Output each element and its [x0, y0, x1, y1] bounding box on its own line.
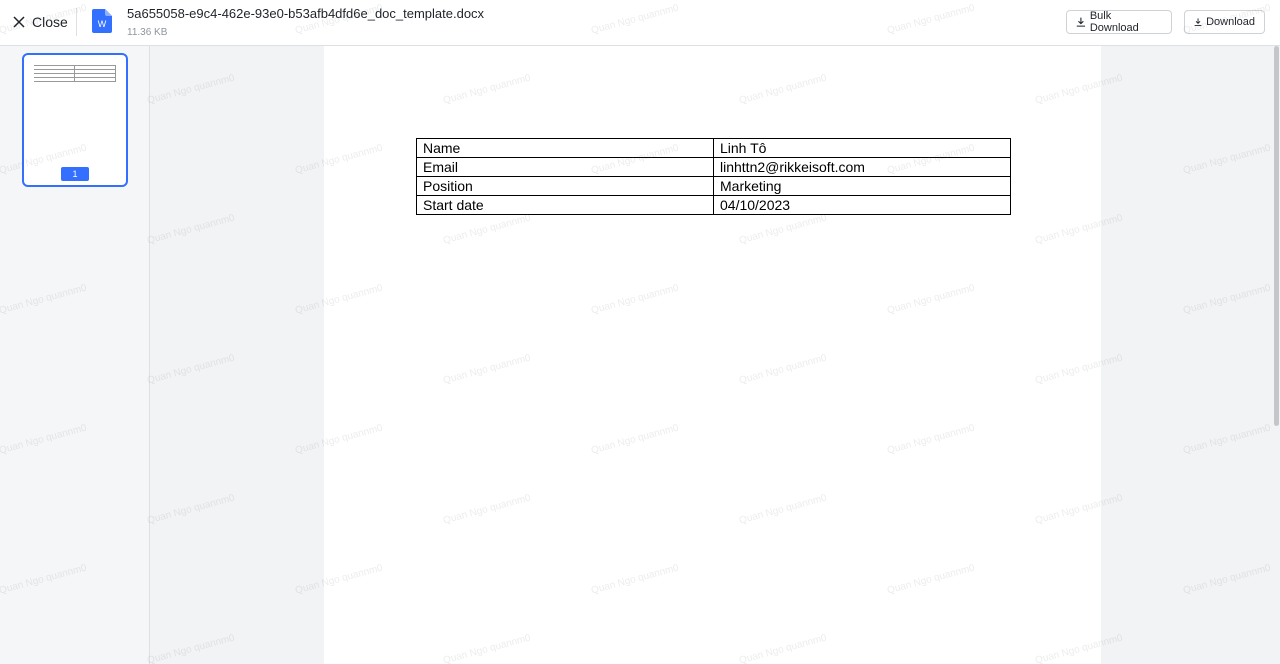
viewer-scrollbar[interactable] — [1272, 46, 1280, 664]
document-viewer[interactable]: Name Linh Tô Email linhttn2@rikkeisoft.c… — [151, 46, 1272, 664]
download-icon — [1076, 17, 1086, 27]
word-icon-letter: W — [98, 19, 107, 29]
row-label: Start date — [416, 195, 714, 215]
page-thumbnail[interactable]: 1 — [22, 53, 128, 187]
page-number-badge: 1 — [61, 167, 89, 181]
document-page: Name Linh Tô Email linhttn2@rikkeisoft.c… — [324, 46, 1101, 664]
row-label: Email — [416, 157, 714, 177]
bulk-download-button[interactable]: Bulk Download — [1066, 10, 1172, 34]
row-value: Marketing — [713, 176, 1011, 196]
table-row: Position Marketing — [416, 176, 1011, 196]
row-value: linhttn2@rikkeisoft.com — [713, 157, 1011, 177]
close-icon — [13, 16, 25, 28]
thumbnail-preview — [34, 65, 116, 82]
file-size: 11.36 KB — [127, 27, 168, 38]
header-divider — [76, 8, 77, 36]
table-row: Email linhttn2@rikkeisoft.com — [416, 157, 1011, 177]
top-bar: Close W 5a655058-e9c4-462e-93e0-b53afb4d… — [0, 0, 1280, 46]
bulk-download-label: Bulk Download — [1089, 10, 1139, 34]
page-thumbnails-sidebar: 1 — [0, 46, 150, 664]
close-label: Close — [32, 14, 68, 30]
file-name: 5a655058-e9c4-462e-93e0-b53afb4dfd6e_doc… — [127, 6, 485, 21]
word-file-icon: W — [92, 9, 112, 33]
download-icon — [1194, 18, 1202, 26]
row-value: 04/10/2023 — [713, 195, 1011, 215]
scrollbar-thumb[interactable] — [1274, 46, 1279, 426]
table-row: Name Linh Tô — [416, 138, 1011, 158]
info-table: Name Linh Tô Email linhttn2@rikkeisoft.c… — [416, 138, 1011, 215]
row-label: Name — [416, 138, 714, 158]
download-button[interactable]: Download — [1184, 10, 1265, 34]
row-label: Position — [416, 176, 714, 196]
table-row: Start date 04/10/2023 — [416, 195, 1011, 215]
download-label: Download — [1206, 16, 1255, 28]
close-button[interactable]: Close — [12, 11, 68, 33]
row-value: Linh Tô — [713, 138, 1011, 158]
